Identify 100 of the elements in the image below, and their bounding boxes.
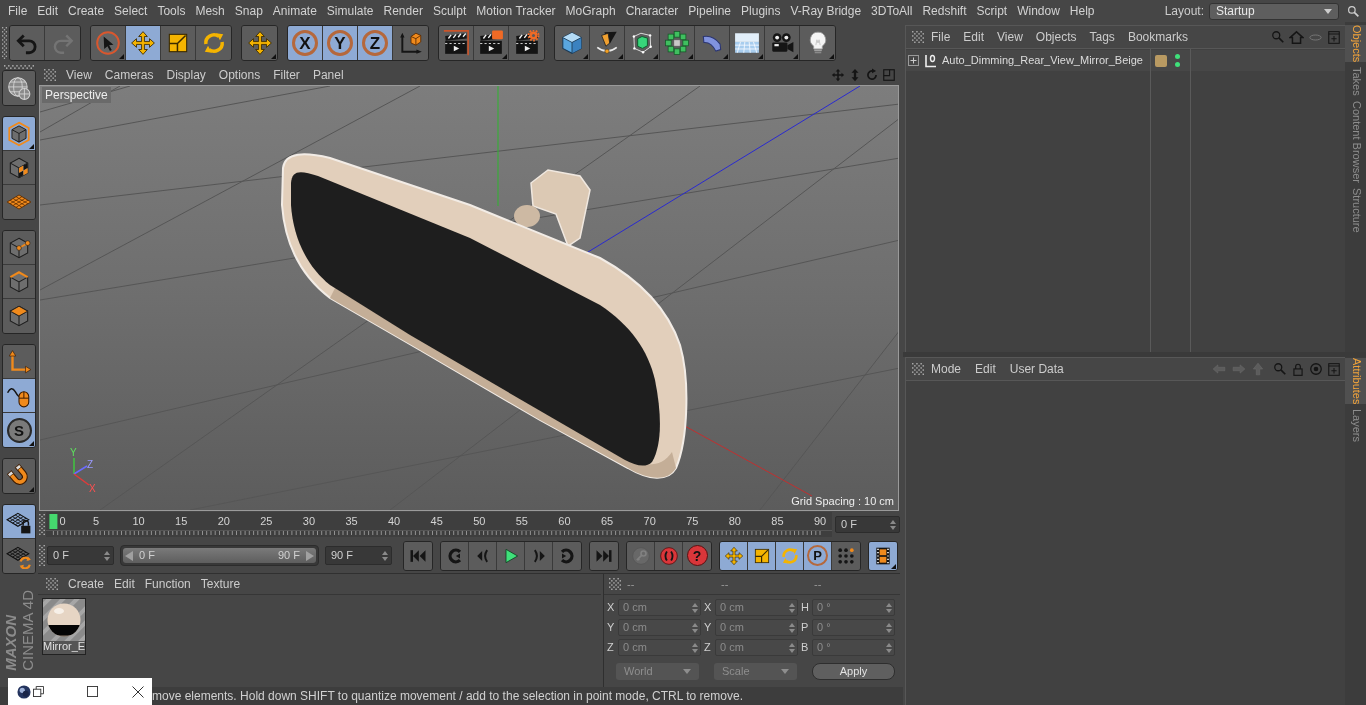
spinner-icon[interactable] [692,622,698,633]
menu-item[interactable]: Script [976,5,1008,17]
menu-item[interactable]: Texture [200,578,241,590]
four-way-arrow-icon[interactable] [831,67,845,82]
undo-button[interactable] [10,26,45,60]
edges-mode-button[interactable] [3,265,35,299]
axis-lock-button[interactable]: X [288,26,323,60]
render-button[interactable] [439,26,474,60]
rotate-tool-button[interactable] [196,26,231,60]
drag-handle[interactable] [39,514,45,535]
globe-button[interactable] [3,71,35,105]
lock-workplane-button[interactable] [3,505,35,539]
end-frame-field[interactable]: 90 F [325,546,392,565]
menu-item[interactable]: Options [218,68,261,81]
menu-item[interactable]: Sculpt [432,5,467,17]
material-item[interactable]: Mirror_E [42,598,86,655]
spinner-icon[interactable] [890,519,896,530]
snap-button[interactable]: S [3,413,35,447]
home-icon[interactable] [1289,29,1304,45]
axis-lock-button[interactable]: Z [358,26,393,60]
play-button[interactable] [497,541,525,570]
menu-item[interactable]: Create [68,578,105,590]
menu-item[interactable]: Animate [272,5,317,17]
camera-button[interactable] [765,26,800,60]
start-frame-field[interactable]: 0 F [47,546,114,565]
texture-mode-button[interactable] [3,151,35,185]
polygons-mode-button[interactable] [3,299,35,333]
close-icon[interactable] [132,685,144,698]
menu-item[interactable]: Render [383,5,423,17]
film-strip-button[interactable] [869,541,897,570]
bend-button[interactable] [695,26,730,60]
material-tag-icon[interactable] [1154,53,1168,68]
question-mark-button[interactable]: ? [683,541,711,570]
axis-mode-button[interactable] [3,345,35,379]
menu-item[interactable]: User Data [1009,363,1064,375]
move-tool-button[interactable] [126,26,161,60]
last-frame-button[interactable] [590,541,618,570]
drag-handle[interactable] [46,578,58,590]
range-handle-icon[interactable] [125,550,133,561]
pen-button[interactable] [590,26,625,60]
range-handle-icon[interactable] [306,550,314,561]
menu-item[interactable]: Select [114,5,148,17]
menu-item[interactable]: Create [68,5,105,17]
select-tool-button[interactable] [91,26,126,60]
spinner-icon[interactable] [692,642,698,653]
apply-button[interactable]: Apply [812,662,895,680]
window-icon[interactable] [882,67,896,82]
scale-tool-button[interactable] [748,541,776,570]
menu-item[interactable]: Objects [1035,31,1077,43]
spinner-icon[interactable] [789,602,795,613]
target-icon[interactable] [1309,362,1323,376]
drag-handle[interactable] [609,578,621,590]
menu-item[interactable]: Motion Tracker [476,5,556,17]
move-tool-button[interactable] [242,26,277,60]
menu-item[interactable]: MoGraph [565,5,616,17]
workplane-mode-button[interactable] [3,185,35,219]
floor-button[interactable] [730,26,765,60]
expand-icon[interactable] [908,55,919,66]
parameter-button[interactable]: P [804,541,832,570]
cube-button[interactable] [555,26,590,60]
menu-item[interactable]: Edit [975,363,996,375]
timeline-ruler[interactable]: 0 5 10 15 20 25 30 35 40 45 50 55 60 65 70 75 80 85 90 [46,511,832,538]
menu-item[interactable]: Edit [963,31,985,43]
menu-item[interactable]: Filter [273,68,300,81]
next-key-button[interactable] [553,541,581,570]
spinner-icon[interactable] [789,642,795,653]
rotate-tool-button[interactable] [776,541,804,570]
menu-item[interactable]: View [66,68,92,81]
playhead[interactable] [49,514,58,529]
model-mode-button[interactable] [3,117,35,151]
menu-item[interactable]: Function [144,578,191,590]
coordinate-system-button[interactable] [393,26,428,60]
points-mode-button[interactable] [3,231,35,265]
layout-dropdown[interactable]: Startup [1209,2,1339,20]
dot-grid-button[interactable] [832,541,860,570]
restore-icon[interactable] [33,686,44,697]
drag-handle[interactable] [4,65,34,69]
side-tab[interactable]: Attributes [1345,358,1366,405]
menu-item[interactable]: Help [1069,5,1095,17]
menu-item[interactable]: Snap [234,5,263,17]
cube-ring-button[interactable] [660,26,695,60]
visibility-dot-icon[interactable] [1175,62,1180,67]
drag-handle[interactable] [2,27,7,59]
plus-box-icon[interactable] [1327,361,1341,377]
light-button[interactable] [800,26,835,60]
drag-handle[interactable] [44,68,56,81]
menu-item[interactable]: 3DToAll [871,5,913,17]
menu-item[interactable]: Cameras [104,68,154,81]
object-row[interactable]: Auto_Dimming_Rear_View_Mirror_Beige [906,50,1345,71]
menu-item[interactable]: Edit [37,5,59,17]
spinner-icon[interactable] [886,642,892,653]
spinner-icon[interactable] [692,602,698,613]
scale-tool-button[interactable] [161,26,196,60]
menu-item[interactable]: View [997,31,1023,43]
menu-item[interactable]: Tags [1089,31,1115,43]
record-button[interactable] [655,541,683,570]
visibility-dot-icon[interactable] [1175,54,1180,59]
render-settings-button[interactable] [509,26,544,60]
maximize-icon[interactable] [87,686,98,697]
magnet-button[interactable] [3,459,35,493]
